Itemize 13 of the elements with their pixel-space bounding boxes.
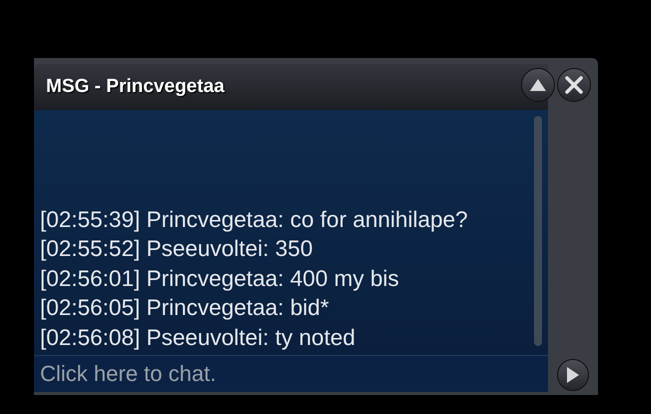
close-icon	[565, 76, 583, 94]
window-title: MSG - Princvegetaa	[46, 74, 224, 99]
send-button[interactable]	[557, 359, 589, 391]
chat-message: [02:56:08] Pseeuvoltei: ty noted	[40, 324, 356, 352]
chat-input[interactable]: Click here to chat.	[34, 355, 548, 392]
close-button[interactable]	[557, 68, 591, 102]
chat-message: [02:56:01] Princvegetaa: 400 my bis	[40, 264, 400, 293]
triangle-right-icon	[567, 367, 579, 383]
scrollbar[interactable]	[534, 116, 542, 346]
chat-message: [02:55:39] Princvegetaa: co for annihilape?	[40, 206, 469, 234]
chat-message: [02:56:05] Princvegetaa: bid*	[40, 294, 330, 322]
triangle-up-icon	[530, 79, 546, 91]
chat-message: [02:55:52] Pseeuvoltei: 350	[40, 235, 314, 263]
